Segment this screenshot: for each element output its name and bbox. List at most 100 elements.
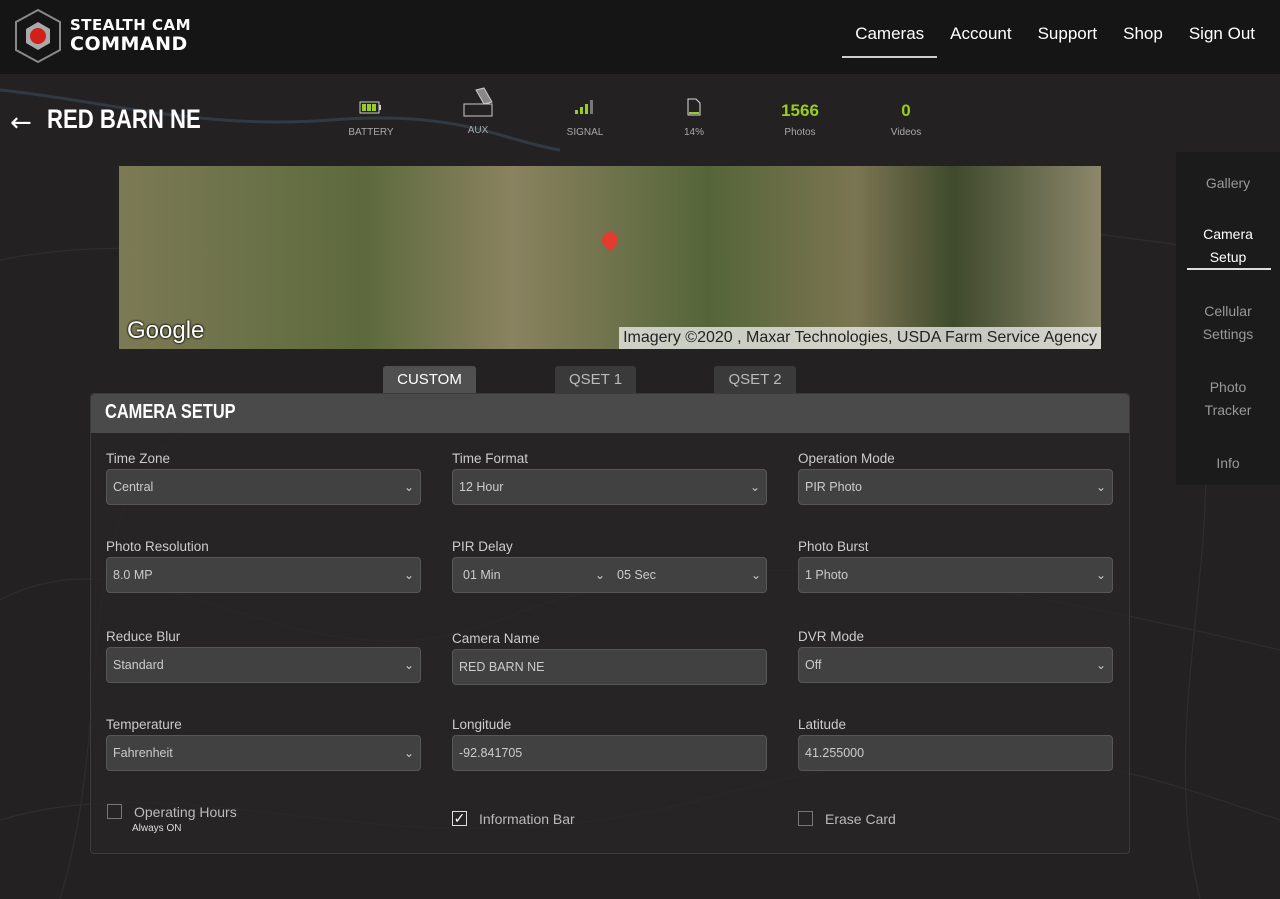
nav-sign-out[interactable]: Sign Out bbox=[1176, 24, 1268, 58]
pir-delay-minutes-select[interactable]: 01 Min ⌄ bbox=[453, 558, 611, 592]
tab-qset-2[interactable]: QSET 2 bbox=[714, 366, 796, 394]
sidebar-item-photo-tracker[interactable]: Photo Tracker bbox=[1176, 376, 1280, 422]
chevron-down-icon: ⌄ bbox=[403, 746, 414, 760]
photos-count-stat[interactable]: 1566 Photos bbox=[760, 94, 840, 138]
pir-delay-seconds-select[interactable]: 05 Sec ⌄ bbox=[611, 558, 767, 592]
stealth-cam-logo-icon bbox=[15, 8, 61, 64]
time-zone-label: Time Zone bbox=[106, 451, 171, 466]
nav-support[interactable]: Support bbox=[1025, 24, 1111, 58]
chevron-down-icon: ⌄ bbox=[1095, 568, 1106, 582]
videos-label: Videos bbox=[890, 127, 922, 138]
logo[interactable]: STEALTH CAM COMMAND bbox=[12, 8, 191, 64]
longitude-value: -92.841705 bbox=[459, 746, 523, 760]
longitude-input[interactable]: -92.841705 bbox=[452, 735, 767, 771]
brand-line1: STEALTH CAM bbox=[70, 16, 192, 34]
time-zone-field: Time Zone Central ⌄ bbox=[106, 451, 421, 505]
operating-hours-checkbox[interactable]: Operating Hours bbox=[107, 804, 237, 820]
dvr-mode-value: Off bbox=[805, 658, 822, 672]
reduce-blur-field: Reduce Blur Standard ⌄ bbox=[106, 629, 421, 683]
chevron-down-icon: ⌄ bbox=[403, 480, 414, 494]
map-attribution: Imagery ©2020 , Maxar Technologies, USDA… bbox=[619, 327, 1101, 349]
battery-status: BATTERY bbox=[331, 96, 411, 138]
chevron-down-icon: ⌄ bbox=[749, 480, 760, 494]
photo-burst-select[interactable]: 1 Photo ⌄ bbox=[798, 557, 1113, 593]
chevron-down-icon: ⌄ bbox=[1095, 658, 1106, 672]
photo-burst-field: Photo Burst 1 Photo ⌄ bbox=[798, 539, 1113, 593]
aux-power-icon bbox=[463, 87, 493, 117]
operation-mode-field: Operation Mode PIR Photo ⌄ bbox=[798, 451, 1113, 505]
storage-percent: 14% bbox=[683, 127, 704, 138]
longitude-label: Longitude bbox=[452, 717, 512, 732]
camera-location-map[interactable]: Google Imagery ©2020 , Maxar Technologie… bbox=[119, 166, 1101, 349]
operating-hours-sub: Always ON bbox=[132, 823, 182, 834]
temperature-select[interactable]: Fahrenheit ⌄ bbox=[106, 735, 421, 771]
checkbox-box[interactable] bbox=[798, 811, 813, 826]
seconds-value: 05 Sec bbox=[617, 568, 656, 582]
main-nav: Cameras Account Support Shop Sign Out bbox=[842, 24, 1268, 58]
aux-status: AUX bbox=[438, 86, 518, 136]
chevron-down-icon: ⌄ bbox=[403, 568, 414, 582]
chevron-down-icon: ⌄ bbox=[1095, 480, 1106, 494]
panel-header: CAMERA SETUP bbox=[91, 394, 1129, 433]
time-format-label: Time Format bbox=[452, 451, 529, 466]
pir-delay-select-group: 01 Min ⌄ 05 Sec ⌄ bbox=[452, 557, 767, 593]
sidebar-item-cellular-settings[interactable]: Cellular Settings bbox=[1176, 300, 1280, 346]
tab-custom[interactable]: CUSTOM bbox=[383, 366, 476, 394]
battery-label: BATTERY bbox=[348, 127, 394, 138]
nav-cameras[interactable]: Cameras bbox=[842, 24, 938, 58]
back-arrow-icon[interactable]: ← bbox=[10, 108, 32, 138]
dvr-mode-field: DVR Mode Off ⌄ bbox=[798, 629, 1113, 683]
photo-resolution-label: Photo Resolution bbox=[106, 539, 209, 554]
latitude-label: Latitude bbox=[798, 717, 847, 732]
reduce-blur-label: Reduce Blur bbox=[106, 629, 181, 644]
chevron-down-icon: ⌄ bbox=[750, 568, 761, 582]
sidebar-item-gallery[interactable]: Gallery bbox=[1176, 172, 1280, 195]
sidebar-item-camera-setup[interactable]: Camera Setup bbox=[1176, 223, 1280, 269]
minutes-value: 01 Min bbox=[463, 568, 501, 582]
time-format-select[interactable]: 12 Hour ⌄ bbox=[452, 469, 767, 505]
videos-count-stat[interactable]: 0 Videos bbox=[866, 94, 946, 138]
dvr-mode-select[interactable]: Off ⌄ bbox=[798, 647, 1113, 683]
nav-shop[interactable]: Shop bbox=[1110, 24, 1176, 58]
time-zone-value: Central bbox=[113, 480, 154, 494]
sidebar-item-info[interactable]: Info bbox=[1176, 452, 1280, 475]
time-format-value: 12 Hour bbox=[459, 480, 504, 494]
camera-sidebar: Gallery Camera Setup Cellular Settings P… bbox=[1176, 152, 1280, 485]
tab-qset-1[interactable]: QSET 1 bbox=[555, 366, 636, 394]
battery-icon bbox=[359, 101, 381, 114]
signal-label: SIGNAL bbox=[566, 127, 604, 138]
camera-name-input[interactable]: RED BARN NE bbox=[452, 649, 767, 685]
temperature-value: Fahrenheit bbox=[113, 746, 173, 760]
google-logo: Google bbox=[127, 317, 205, 344]
map-pin-icon[interactable] bbox=[598, 228, 622, 252]
reduce-blur-select[interactable]: Standard ⌄ bbox=[106, 647, 421, 683]
photo-burst-value: 1 Photo bbox=[805, 568, 849, 582]
photo-resolution-select[interactable]: 8.0 MP ⌄ bbox=[106, 557, 421, 593]
photo-burst-label: Photo Burst bbox=[798, 539, 869, 554]
active-indicator bbox=[1187, 268, 1271, 270]
latitude-input[interactable]: 41.255000 bbox=[798, 735, 1113, 771]
time-format-field: Time Format 12 Hour ⌄ bbox=[452, 451, 767, 505]
operation-mode-select[interactable]: PIR Photo ⌄ bbox=[798, 469, 1113, 505]
checkbox-label: Operating Hours bbox=[134, 804, 237, 820]
chevron-down-icon: ⌄ bbox=[594, 568, 605, 582]
reduce-blur-value: Standard bbox=[113, 658, 164, 672]
pir-delay-field: PIR Delay 01 Min ⌄ 05 Sec ⌄ bbox=[452, 539, 767, 593]
nav-account[interactable]: Account bbox=[937, 24, 1024, 58]
operation-mode-label: Operation Mode bbox=[798, 451, 895, 466]
checkbox-checked-icon[interactable]: ✓ bbox=[452, 811, 467, 826]
pir-delay-label: PIR Delay bbox=[452, 539, 513, 554]
videos-count: 0 bbox=[901, 101, 911, 120]
longitude-field: Longitude -92.841705 bbox=[452, 717, 767, 771]
temperature-field: Temperature Fahrenheit ⌄ bbox=[106, 717, 421, 771]
information-bar-checkbox[interactable]: ✓ Information Bar bbox=[452, 811, 575, 827]
erase-card-checkbox[interactable]: Erase Card bbox=[798, 811, 896, 827]
storage-status: 14% bbox=[654, 96, 734, 138]
checkbox-label: Erase Card bbox=[825, 811, 896, 827]
photo-resolution-value: 8.0 MP bbox=[113, 568, 153, 582]
camera-name-field: Camera Name RED BARN NE bbox=[452, 631, 767, 685]
operation-mode-value: PIR Photo bbox=[805, 480, 862, 494]
checkbox-box[interactable] bbox=[107, 804, 122, 819]
time-zone-select[interactable]: Central ⌄ bbox=[106, 469, 421, 505]
brand-line2: COMMAND bbox=[70, 33, 188, 55]
